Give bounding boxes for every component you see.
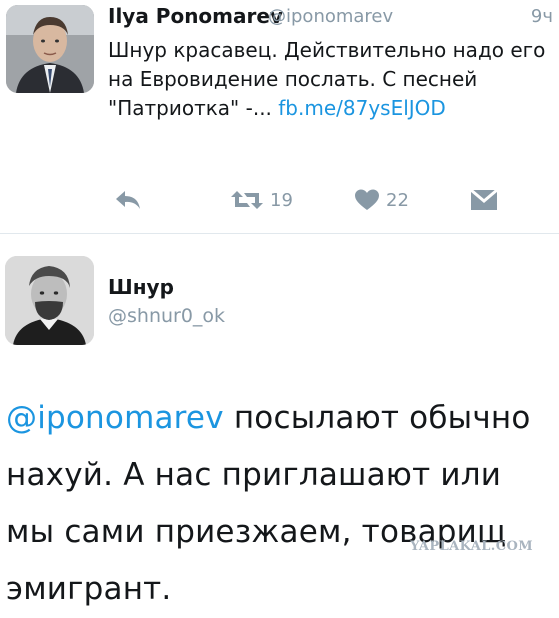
- tweet-divider: [0, 233, 559, 234]
- avatar-shnur[interactable]: [5, 256, 94, 345]
- reply-button[interactable]: [114, 184, 142, 216]
- direct-message-button[interactable]: [470, 184, 498, 216]
- like-icon: [355, 189, 379, 210]
- mention-link[interactable]: @iponomarev: [6, 400, 224, 436]
- like-count: 22: [386, 189, 409, 211]
- retweet-icon: [231, 191, 263, 209]
- tweet-time[interactable]: 9ч: [531, 6, 553, 27]
- tweet-actions: 19 22: [108, 184, 548, 216]
- author-handle[interactable]: @iponomarev: [268, 6, 393, 27]
- tweet-ilya-ponomarev: Ilya Ponomarev @iponomarev 9ч Шнур краса…: [0, 0, 559, 232]
- direct-message-icon: [470, 189, 498, 210]
- reply-tweet-text: @iponomarev посылают обычно нахуй. А нас…: [6, 390, 554, 618]
- reply-icon: [116, 191, 140, 209]
- author-name[interactable]: Ilya Ponomarev: [108, 4, 283, 28]
- retweet-button[interactable]: 19: [230, 184, 293, 216]
- tweet-text: Шнур красавец. Действительно надо его на…: [108, 36, 548, 123]
- author-handle-shnur[interactable]: @shnur0_ok: [108, 305, 225, 327]
- avatar-ponomarev[interactable]: [6, 5, 94, 93]
- retweet-count: 19: [270, 189, 293, 211]
- watermark: YAPLAKAL.COM: [410, 539, 533, 554]
- tweet-link[interactable]: fb.me/87ysElJOD: [278, 96, 446, 120]
- author-name-shnur[interactable]: Шнур: [108, 275, 174, 299]
- like-button[interactable]: 22: [354, 184, 409, 216]
